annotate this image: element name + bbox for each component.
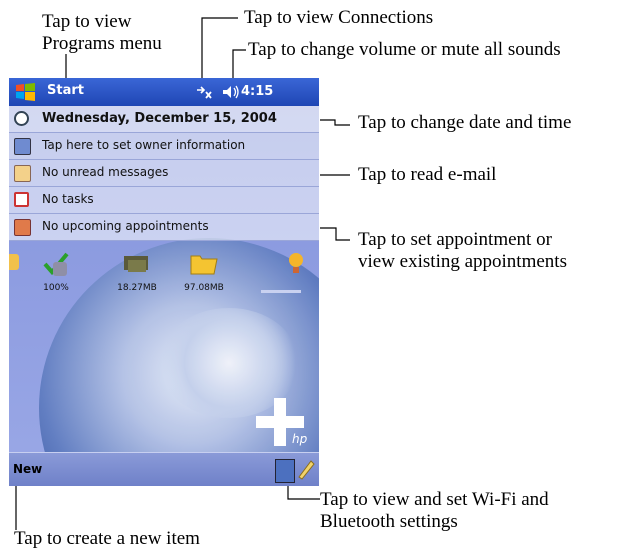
today-date-row[interactable]: Wednesday, December 15, 2004: [9, 106, 319, 133]
new-button[interactable]: New: [13, 462, 42, 476]
volume-icon[interactable]: [221, 83, 241, 101]
callout-programs-line2: Programs menu: [42, 33, 162, 54]
wifi-bluetooth-icon[interactable]: [275, 459, 295, 483]
callout-wifi-line2: Bluetooth settings: [320, 511, 458, 532]
callout-programs-menu: Tap to view Programs menu: [42, 11, 162, 55]
folder-icon: [190, 255, 218, 275]
today-tasks-row[interactable]: No tasks: [9, 187, 319, 214]
callout-appointments-line2: view existing appointments: [358, 251, 567, 272]
memory-label: 18.27MB: [117, 283, 157, 293]
brightness-slider[interactable]: [261, 290, 301, 293]
appointments-text: No upcoming appointments: [42, 219, 209, 233]
callout-volume: Tap to change volume or mute all sounds: [248, 39, 561, 60]
owner-text: Tap here to set owner information: [42, 138, 246, 152]
envelope-icon: [14, 165, 31, 182]
today-appointments-row[interactable]: No upcoming appointments: [9, 214, 319, 241]
hp-logo: hp: [256, 398, 308, 446]
start-button[interactable]: Start: [47, 83, 84, 98]
today-icon-bar: 100% 18.27MB 97.08MB: [9, 248, 319, 308]
checkbox-task-icon: [14, 192, 29, 207]
owner-card-icon: [14, 138, 31, 155]
date-text: Wednesday, December 15, 2004: [42, 111, 277, 126]
storage-label: 97.08MB: [184, 283, 224, 293]
callout-wifi-line1: Tap to view and set Wi-Fi and: [320, 489, 549, 510]
today-owner-row[interactable]: Tap here to set owner information: [9, 133, 319, 160]
callout-appointments: Tap to set appointment or view existing …: [358, 229, 567, 273]
input-panel-icon[interactable]: [295, 457, 315, 481]
battery-label: 100%: [43, 283, 69, 293]
pocketpc-screen: Start 4:15 Wednesday, December 15, 2004 …: [9, 78, 319, 486]
callout-wifi-bluetooth: Tap to view and set Wi-Fi and Bluetooth …: [320, 489, 549, 533]
callout-datetime: Tap to change date and time: [358, 112, 572, 133]
callout-connections: Tap to view Connections: [244, 7, 434, 28]
calendar-icon: [14, 219, 31, 236]
memory-status[interactable]: 18.27MB: [112, 248, 162, 293]
lightbulb-icon: [289, 253, 303, 273]
windows-flag-icon[interactable]: [14, 82, 38, 102]
callout-new-item: Tap to create a new item: [14, 528, 200, 549]
hp-brand-text: hp: [292, 432, 308, 446]
storage-status[interactable]: 97.08MB: [179, 248, 229, 293]
memory-chip-icon: [124, 256, 148, 272]
clock[interactable]: 4:15: [241, 84, 273, 99]
menu-bar: New: [9, 452, 319, 486]
connections-icon[interactable]: [195, 84, 215, 100]
messages-text: No unread messages: [42, 165, 169, 179]
navigation-bar: Start 4:15: [9, 78, 319, 106]
tasks-text: No tasks: [42, 192, 94, 206]
callout-programs-line1: Tap to view: [42, 11, 132, 32]
clock-icon: [14, 111, 29, 126]
callout-appointments-line1: Tap to set appointment or: [358, 229, 552, 250]
brightness-status[interactable]: [271, 248, 319, 283]
folder-camera-icon[interactable]: [9, 248, 25, 270]
battery-status[interactable]: 100%: [31, 248, 81, 293]
today-messages-row[interactable]: No unread messages: [9, 160, 319, 187]
callout-email: Tap to read e-mail: [358, 164, 497, 185]
battery-icon: [43, 252, 69, 276]
